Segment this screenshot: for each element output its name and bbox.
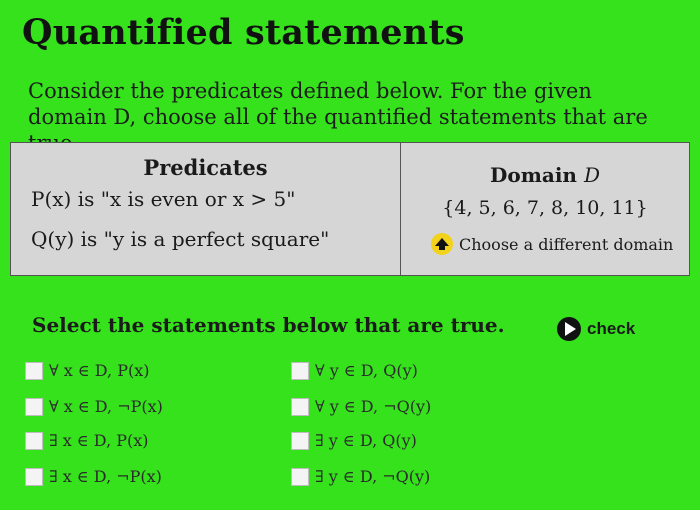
statement-option[interactable]: ∀ y ∈ D, ¬Q(y) (291, 397, 431, 416)
statement-option[interactable]: ∃ y ∈ D, Q(y) (291, 431, 417, 450)
play-icon (557, 317, 581, 341)
checkbox[interactable] (291, 431, 309, 450)
choose-domain-label: Choose a different domain (459, 234, 674, 254)
statement-text: ∀ x ∈ D, ¬P(x) (49, 397, 163, 416)
statement-option[interactable]: ∀ x ∈ D, P(x) (25, 361, 149, 380)
statement-text: ∀ x ∈ D, P(x) (49, 361, 150, 380)
check-button[interactable]: check (557, 317, 635, 341)
predicates-header: Predicates (143, 155, 268, 180)
statement-option[interactable]: ∀ y ∈ D, Q(y) (291, 361, 418, 380)
domain-column: Domain D {4, 5, 6, 7, 8, 10, 11} Choose … (401, 143, 689, 275)
statement-option[interactable]: ∃ y ∈ D, ¬Q(y) (291, 467, 430, 486)
predicates-column: Predicates P(x) is "x is even or x > 5" … (11, 143, 401, 275)
predicate-p: P(x) is "x is even or x > 5" (31, 187, 296, 211)
statement-text: ∃ y ∈ D, ¬Q(y) (315, 467, 431, 486)
checkbox[interactable] (291, 361, 309, 380)
statement-text: ∀ y ∈ D, Q(y) (315, 361, 418, 380)
select-instruction: Select the statements below that are tru… (32, 313, 505, 337)
domain-header: Domain D (401, 163, 689, 187)
checkbox[interactable] (25, 361, 43, 380)
statement-option[interactable]: ∃ x ∈ D, P(x) (25, 431, 149, 450)
check-label: check (587, 319, 636, 338)
checkbox[interactable] (25, 467, 43, 486)
statement-option[interactable]: ∃ x ∈ D, ¬P(x) (25, 467, 162, 486)
statement-text: ∀ y ∈ D, ¬Q(y) (315, 397, 432, 416)
checkbox[interactable] (291, 467, 309, 486)
statement-text: ∃ x ∈ D, P(x) (49, 431, 149, 450)
statement-text: ∃ y ∈ D, Q(y) (315, 431, 417, 450)
statement-option[interactable]: ∀ x ∈ D, ¬P(x) (25, 397, 163, 416)
domain-set: {4, 5, 6, 7, 8, 10, 11} (442, 197, 648, 219)
up-arrow-icon (431, 233, 453, 255)
predicates-domain-table: Predicates P(x) is "x is even or x > 5" … (10, 142, 690, 276)
statement-text: ∃ x ∈ D, ¬P(x) (49, 467, 162, 486)
predicate-q: Q(y) is "y is a perfect square" (31, 227, 330, 251)
checkbox[interactable] (291, 397, 309, 416)
page-title: Quantified statements (22, 12, 465, 53)
checkbox[interactable] (25, 431, 43, 450)
choose-different-domain-button[interactable]: Choose a different domain (431, 233, 673, 255)
domain-variable: D (583, 163, 600, 187)
domain-header-label: Domain (490, 163, 577, 187)
checkbox[interactable] (25, 397, 43, 416)
